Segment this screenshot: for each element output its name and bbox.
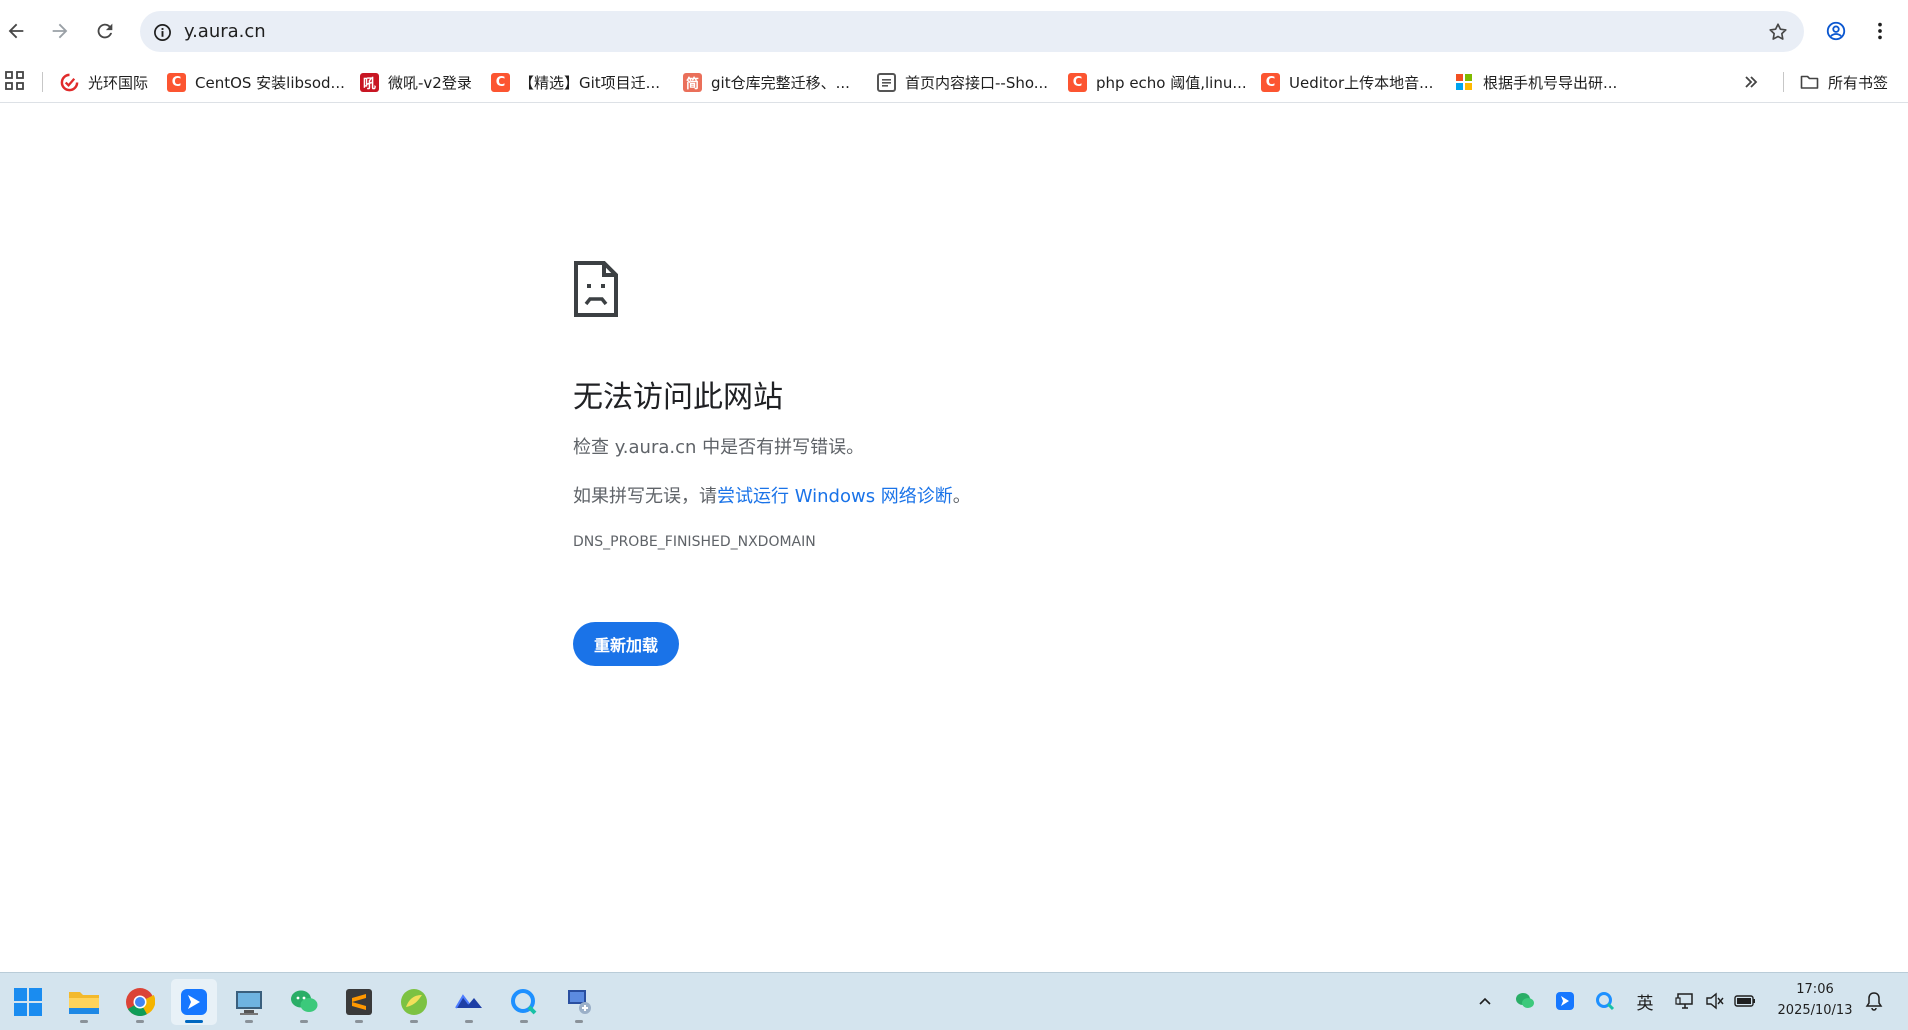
- folder-icon: [1800, 73, 1819, 92]
- network-tool-icon: [568, 990, 591, 1014]
- back-button[interactable]: [0, 13, 34, 49]
- arrow-left-icon: [8, 23, 24, 39]
- document-icon: [877, 72, 896, 92]
- taskbar-app[interactable]: [336, 979, 382, 1025]
- taskbar-app[interactable]: [281, 979, 327, 1025]
- vhall-logo-icon: 吼: [360, 72, 379, 92]
- notification-bell-icon[interactable]: [1860, 987, 1888, 1015]
- csdn-logo-icon: C: [167, 72, 186, 92]
- bookmark-item[interactable]: 光环国际: [60, 67, 148, 97]
- kebab-menu-icon: [1878, 22, 1882, 40]
- apps-grid-icon[interactable]: [4, 70, 26, 92]
- bookmark-item[interactable]: C CentOS 安装libsod...: [167, 67, 345, 97]
- start-button[interactable]: [5, 979, 51, 1025]
- guanghuan-logo-icon: [60, 73, 79, 92]
- wechat-tray-icon[interactable]: [1511, 987, 1539, 1015]
- taskbar-app[interactable]: [556, 979, 602, 1025]
- qq-browser-tray-icon[interactable]: [1591, 987, 1619, 1015]
- green-app-icon: [401, 989, 427, 1015]
- error-page: 无法访问此网站 检查 y.aura.cn 中是否有拼写错误。 如果拼写无误，请尝…: [0, 104, 1908, 972]
- mail-app-icon: [455, 994, 482, 1009]
- divider: [1783, 72, 1784, 92]
- bookmark-item[interactable]: 简 git仓库完整迁移、...: [683, 67, 850, 97]
- chrome-icon: [126, 988, 155, 1016]
- reload-page-button[interactable]: 重新加载: [573, 622, 679, 666]
- taskbar-app[interactable]: [391, 979, 437, 1025]
- qq-browser-icon: [511, 989, 537, 1015]
- input-method-indicator[interactable]: 英: [1631, 987, 1659, 1015]
- csdn-logo-icon: C: [1068, 72, 1087, 92]
- divider: [42, 72, 43, 92]
- arrow-right-icon: [52, 23, 68, 39]
- error-hint-diagnostics: 如果拼写无误，请尝试运行 Windows 网络诊断。: [573, 486, 971, 507]
- volume-muted-icon[interactable]: [1701, 987, 1729, 1015]
- file-explorer-icon: [69, 992, 99, 1014]
- all-bookmarks-button[interactable]: 所有书签: [1800, 67, 1888, 97]
- system-clock[interactable]: 17:06 2025/10/13: [1770, 979, 1860, 1021]
- start-icon: [14, 988, 42, 1016]
- bookmarks-bar: 光环国际 C CentOS 安装libsod... 吼 微吼-v2登录 C 【精…: [0, 60, 1908, 103]
- battery-charging-icon[interactable]: [1731, 987, 1759, 1015]
- error-code: DNS_PROBE_FINISHED_NXDOMAIN: [573, 534, 816, 550]
- site-info-icon[interactable]: [149, 19, 175, 45]
- feishu-icon: [181, 989, 207, 1015]
- menu-button[interactable]: [1862, 13, 1898, 49]
- csdn-logo-icon: C: [491, 72, 510, 92]
- clock-time: 17:06: [1796, 982, 1834, 997]
- windows-taskbar: 英 17:06 2025/10/13: [0, 972, 1908, 1030]
- bookmark-item[interactable]: C Ueditor上传本地音...: [1261, 67, 1433, 97]
- address-bar[interactable]: y.aura.cn: [140, 11, 1804, 52]
- show-hidden-icons-chevron-icon[interactable]: [1471, 987, 1499, 1015]
- taskbar-app[interactable]: [226, 979, 272, 1025]
- bookmark-item[interactable]: 吼 微吼-v2登录: [360, 67, 472, 97]
- network-icon[interactable]: [1671, 987, 1699, 1015]
- bookmark-item[interactable]: C 【精选】Git项目迁...: [491, 67, 660, 97]
- refresh-icon: [97, 23, 113, 39]
- network-diagnostics-link[interactable]: 尝试运行 Windows 网络诊断: [717, 486, 953, 507]
- url-text[interactable]: y.aura.cn: [184, 11, 266, 52]
- taskbar-app[interactable]: [446, 979, 492, 1025]
- error-title: 无法访问此网站: [573, 380, 783, 415]
- colorful-grid-logo-icon: [1455, 73, 1474, 92]
- jianshu-logo-icon: 简: [683, 72, 702, 92]
- error-hint-spelling: 检查 y.aura.cn 中是否有拼写错误。: [573, 437, 865, 458]
- more-bookmarks-chevron-icon[interactable]: [1738, 70, 1764, 94]
- sublime-text-icon: [346, 989, 372, 1015]
- feishu-tray-icon[interactable]: [1551, 987, 1579, 1015]
- csdn-logo-icon: C: [1261, 72, 1280, 92]
- bookmark-item[interactable]: 首页内容接口--Sho...: [877, 67, 1048, 97]
- account-circle-icon: [1826, 21, 1846, 41]
- reload-button[interactable]: [87, 13, 123, 49]
- profile-button[interactable]: [1818, 13, 1854, 49]
- sad-document-icon: [574, 261, 618, 317]
- wechat-icon: [291, 990, 318, 1012]
- bookmark-item[interactable]: 根据手机号导出研...: [1455, 67, 1617, 97]
- browser-toolbar: y.aura.cn: [0, 0, 1908, 60]
- remote-desktop-icon: [236, 991, 262, 1015]
- taskbar-app[interactable]: [61, 979, 107, 1025]
- clock-date: 2025/10/13: [1777, 1003, 1853, 1018]
- bookmark-star-icon[interactable]: [1764, 18, 1792, 46]
- taskbar-app-active[interactable]: [171, 979, 217, 1025]
- forward-button[interactable]: [42, 13, 78, 49]
- bookmark-item[interactable]: C php echo 阈值,linu...: [1068, 67, 1247, 97]
- taskbar-app[interactable]: [501, 979, 547, 1025]
- taskbar-app[interactable]: [117, 979, 163, 1025]
